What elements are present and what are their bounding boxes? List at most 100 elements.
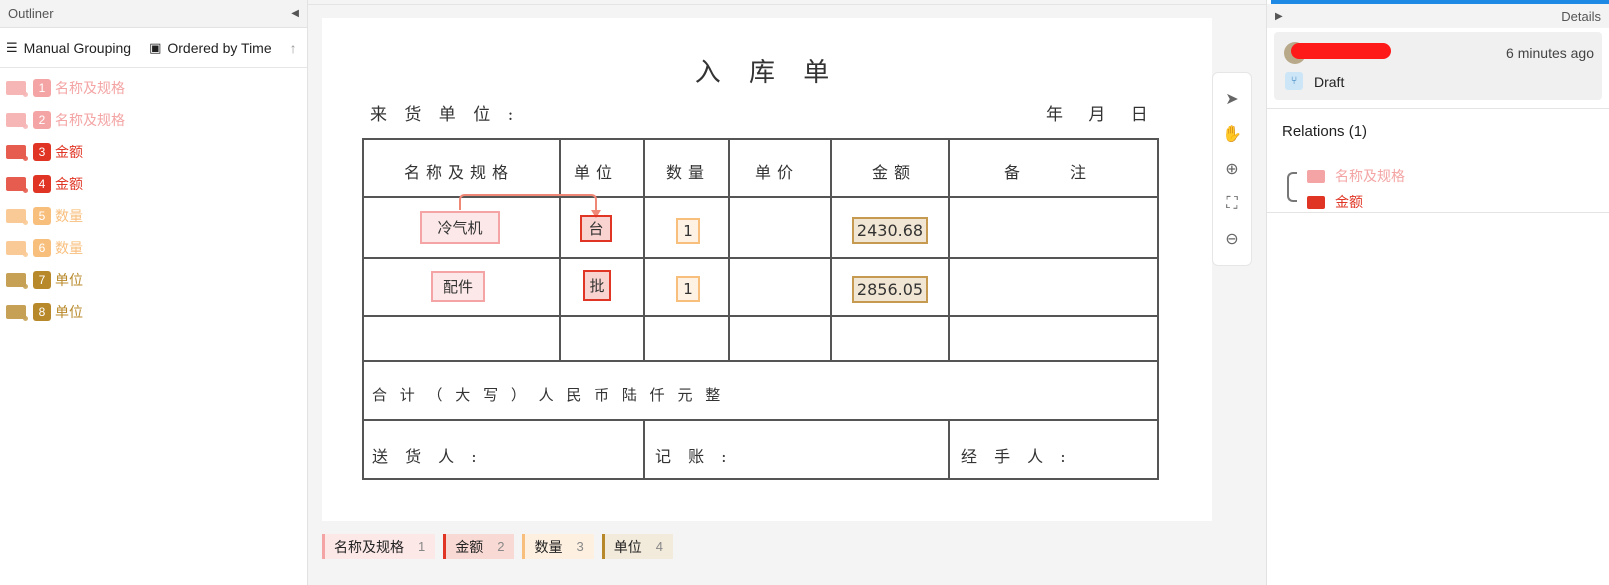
collapse-left-icon[interactable]: ◀ (291, 8, 299, 19)
annotation-label: 名称及规格 (55, 112, 125, 128)
annotation-list-item[interactable]: 5 数量 (0, 200, 307, 232)
annotation-label: 名称及规格 (55, 80, 125, 96)
handler-label: 经 手 人 : (961, 447, 1072, 466)
annotation-box-quantity[interactable]: 1 (676, 218, 700, 244)
annotation-box-name[interactable]: 冷气机 (420, 211, 500, 244)
annotation-list-item[interactable]: 7 单位 (0, 264, 307, 296)
annotation-thumbnail-icon (6, 305, 28, 321)
redacted-username (1291, 43, 1391, 59)
row2-amount: 2856.05 (856, 280, 924, 299)
annotation-label: 单位 (55, 272, 83, 288)
annotation-box-amount[interactable]: 2856.05 (852, 276, 928, 303)
zoom-in-icon[interactable]: ⊕ (1220, 157, 1244, 181)
legend-label: 金额 (455, 538, 484, 555)
annotation-box-name[interactable]: 配件 (431, 271, 485, 302)
annotation-number-badge: 2 (33, 111, 51, 129)
annotation-number-badge: 3 (33, 143, 51, 161)
annotation-thumbnail-icon (6, 209, 28, 225)
annotation-thumbnail-icon (1307, 195, 1325, 209)
relation-connector-icon (1287, 172, 1297, 202)
annotation-app: Outliner ◀ ☰ Manual Grouping ▣ Ordered b… (0, 0, 1609, 585)
row1-qty: 1 (683, 222, 693, 240)
calendar-icon: ▣ (149, 39, 162, 55)
outliner-panel: Outliner ◀ ☰ Manual Grouping ▣ Ordered b… (0, 0, 308, 585)
legend-label: 数量 (534, 538, 563, 555)
annotation-list-item[interactable]: 8 单位 (0, 296, 307, 328)
row2-qty: 1 (683, 280, 693, 298)
legend-count: 2 (497, 539, 505, 554)
sort-ascending-icon[interactable]: ↑ (290, 40, 297, 56)
annotation-label: 数量 (55, 240, 83, 256)
legend-label: 单位 (613, 538, 642, 555)
expand-right-icon[interactable]: ▶ (1275, 11, 1283, 22)
annotation-label: 金额 (55, 176, 83, 192)
legend-count: 1 (418, 539, 426, 554)
total-amount-text: 合 计 （ 大 写 ） 人 民 币 陆 仟 元 整 (372, 386, 725, 404)
legend-count: 4 (655, 539, 663, 554)
manual-grouping-button[interactable]: ☰ Manual Grouping (6, 40, 131, 56)
status-badge: Draft (1314, 74, 1345, 90)
relation-item[interactable]: 名称及规格 (1307, 163, 1609, 189)
annotation-thumbnail-icon (6, 177, 28, 193)
ordered-by-time-button[interactable]: ▣ Ordered by Time (149, 40, 272, 56)
date-label: 年 月 日 (1046, 105, 1150, 125)
relation-label: 金额 (1335, 194, 1363, 210)
annotation-label: 金额 (55, 144, 83, 160)
bookkeeper-label: 记 账 : (655, 447, 733, 466)
annotation-label: 数量 (55, 208, 83, 224)
annotation-list-item[interactable]: 1 名称及规格 (0, 72, 307, 104)
branch-icon: ⑂ (1285, 72, 1303, 90)
legend-count: 3 (576, 539, 584, 554)
annotation-number-badge: 5 (33, 207, 51, 225)
legend-label-item[interactable]: 单位 4 (601, 534, 673, 559)
table-rule (364, 315, 1157, 317)
annotation-box-quantity[interactable]: 1 (676, 276, 700, 302)
annotation-box-amount[interactable]: 2430.68 (852, 217, 928, 244)
document-image[interactable]: 入 库 单 来 货 单 位 : 年 月 日 名称及规格 单位 数量 单价 金额 … (322, 18, 1212, 521)
annotation-list-item[interactable]: 2 名称及规格 (0, 104, 307, 136)
row1-amount: 2430.68 (856, 221, 924, 240)
annotation-list-item[interactable]: 3 金额 (0, 136, 307, 168)
row2-name: 配件 (442, 278, 473, 296)
table-rule (364, 360, 1157, 362)
pointer-tool-icon[interactable]: ➤ (1220, 87, 1244, 111)
zoom-out-icon[interactable]: ⊖ (1220, 227, 1244, 251)
list-icon: ☰ (6, 39, 18, 55)
annotation-list: 1 名称及规格 2 名称及规格 3 金额 4 金额 5 数量 6 数量 7 单位 8 单位 (0, 68, 307, 328)
annotation-info-card: 6 minutes ago ⑂ Draft (1274, 32, 1602, 100)
annotation-box-unit[interactable]: 台 (580, 215, 612, 242)
legend-label-item[interactable]: 数量 3 (522, 534, 594, 559)
relations-list: 名称及规格 金额 (1267, 151, 1609, 215)
annotation-box-unit[interactable]: 批 (583, 270, 611, 301)
canvas-area[interactable]: 入 库 单 来 货 单 位 : 年 月 日 名称及规格 单位 数量 单价 金额 … (308, 0, 1266, 585)
deliverer-label: 送 货 人 : (372, 447, 483, 466)
table-rule (364, 419, 1157, 421)
annotation-thumbnail-icon (6, 145, 28, 161)
relations-title: Relations (1) (1282, 123, 1368, 140)
label-legend: 名称及规格 1 金额 2 数量 3 单位 4 (322, 534, 681, 559)
receipt-table: 名称及规格 单位 数量 单价 金额 备 注 冷气机 台 1 2430.68 配件 (362, 138, 1159, 480)
supplier-label: 来 货 单 位 : (370, 105, 520, 125)
annotation-thumbnail-icon (6, 81, 28, 97)
outliner-header: Outliner ◀ (0, 0, 307, 28)
annotation-list-item[interactable]: 4 金额 (0, 168, 307, 200)
annotation-thumbnail-icon (6, 241, 28, 257)
hand-tool-icon[interactable]: ✋ (1220, 122, 1244, 146)
annotation-list-item[interactable]: 6 数量 (0, 232, 307, 264)
fit-screen-icon[interactable]: ⛶ (1220, 192, 1244, 216)
table-rule (948, 419, 950, 480)
row1-unit: 台 (588, 220, 604, 238)
document-title: 入 库 单 (694, 58, 840, 88)
annotation-number-badge: 7 (33, 271, 51, 289)
outliner-toolbar: ☰ Manual Grouping ▣ Ordered by Time ↑ (0, 28, 307, 68)
relation-label: 名称及规格 (1335, 168, 1405, 184)
row1-name: 冷气机 (437, 219, 483, 237)
table-rule (364, 257, 1157, 259)
legend-label-item[interactable]: 金额 2 (443, 534, 515, 559)
legend-label: 名称及规格 (334, 538, 404, 555)
annotation-thumbnail-icon (6, 113, 28, 129)
legend-label-item[interactable]: 名称及规格 1 (322, 534, 436, 559)
annotation-number-badge: 4 (33, 175, 51, 193)
annotation-number-badge: 6 (33, 239, 51, 257)
annotation-label: 单位 (55, 304, 83, 320)
